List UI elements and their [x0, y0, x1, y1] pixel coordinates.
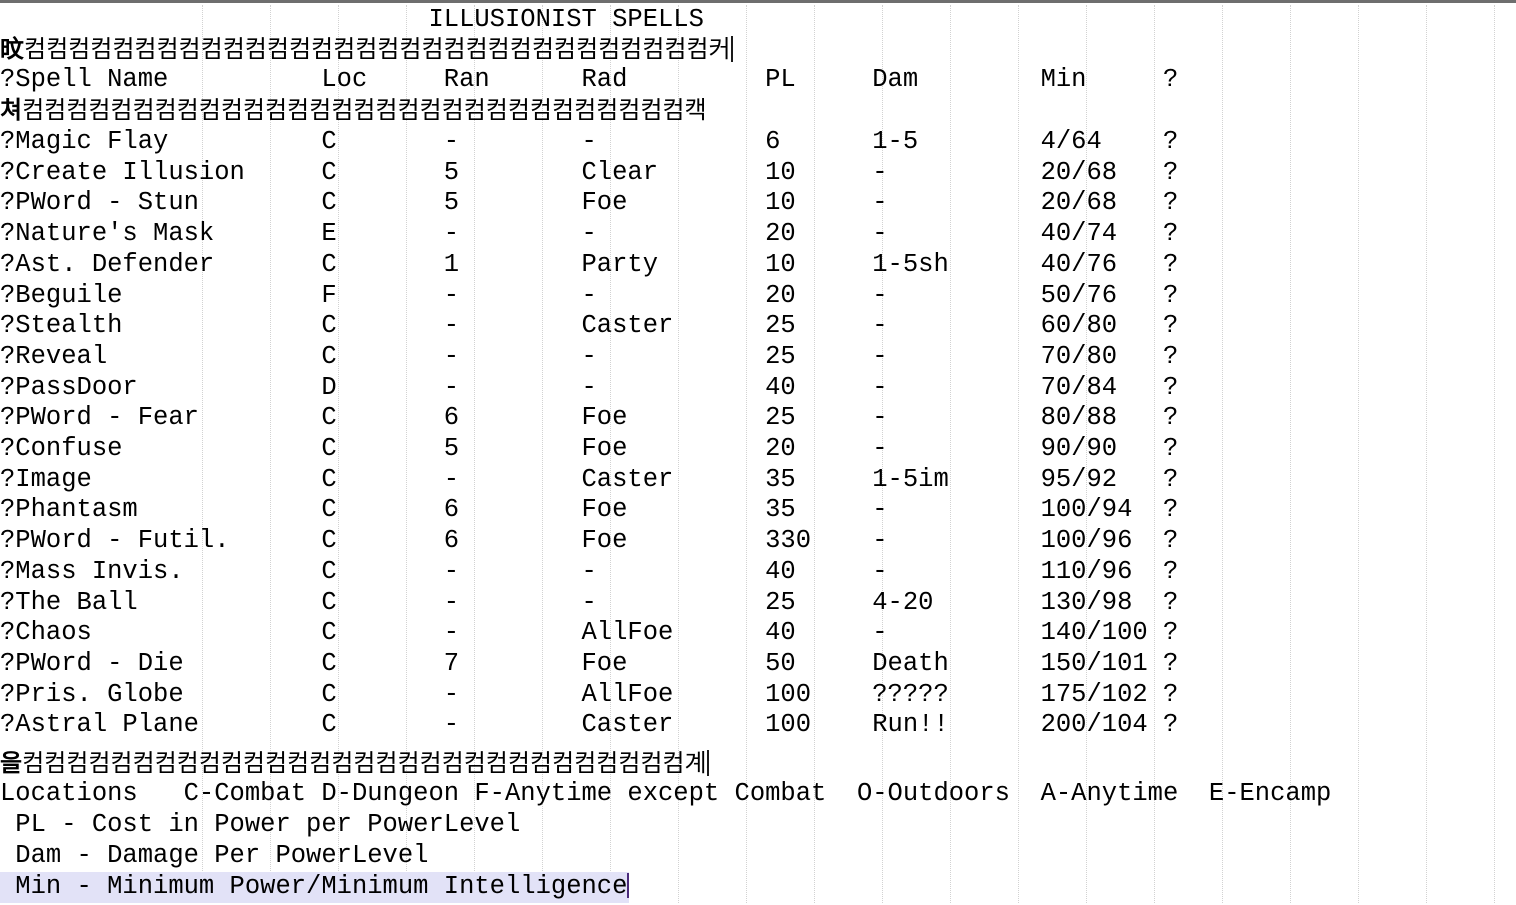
- tab-stop-guide: [1494, 5, 1495, 903]
- table-row[interactable]: ?Phantasm C 6 Foe 35 - 100/94 ?: [0, 495, 1178, 526]
- table-row-text: ?Astral Plane C - Caster 100 Run!! 200/1…: [0, 710, 1179, 740]
- rule-lead-glyph: 쳐: [0, 96, 23, 124]
- rule-fill-glyphs: 컴컴컴컴컴컴컴컴컴컴컴컴컴컴컴컴컴컴컴컴컴컴컴컴컴컴컴컴컴컴: [22, 96, 685, 124]
- table-row[interactable]: ?Image C - Caster 35 1-5im 95/92 ?: [0, 465, 1178, 496]
- table-row-text: ?Chaos C - AllFoe 40 - 140/100 ?: [0, 618, 1179, 648]
- rule-fill-glyphs: 컴컴컴컴컴컴컴컴컴컴컴컴컴컴컴컴컴컴컴컴컴컴컴컴컴컴컴컴컴컴컴: [24, 35, 709, 63]
- table-row-text: ?Confuse C 5 Foe 20 - 90/90 ?: [0, 434, 1179, 463]
- title-text: ILLUSIONIST SPELLS: [0, 5, 704, 34]
- table-row[interactable]: ?Pris. Globe C - AllFoe 100 ????? 175/10…: [0, 680, 1178, 711]
- table-header-text: ?Spell Name Loc Ran Rad PL Dam Min ?: [0, 65, 1179, 94]
- rule-lead-glyph: 을: [0, 749, 23, 777]
- table-row[interactable]: ?Reveal C - - 25 - 70/80 ?: [0, 342, 1178, 373]
- table-row[interactable]: ?Ast. Defender C 1 Party 10 1-5sh 40/76 …: [0, 250, 1178, 281]
- legend-dam: Dam - Damage Per PowerLevel: [0, 841, 428, 872]
- table-row-text: ?Reveal C - - 25 - 70/80 ?: [0, 341, 1179, 371]
- rule-line-top: 旼컴컴컴컴컴컴컴컴컴컴컴컴컴컴컴컴컴컴컴컴컴컴컴컴컴컴컴컴컴컴컴커: [0, 34, 733, 65]
- table-row-text: ?Phantasm C 6 Foe 35 - 100/94 ?: [0, 495, 1179, 525]
- table-row-text: ?Pris. Globe C - AllFoe 100 ????? 175/10…: [0, 679, 1179, 709]
- tab-stop-guide: [1358, 5, 1359, 903]
- legend-locations: Locations C-Combat D-Dungeon F-Anytime e…: [0, 779, 1331, 810]
- table-row-text: ?PWord - Futil. C 6 Foe 330 - 100/96 ?: [0, 526, 1179, 556]
- table-row[interactable]: ?Mass Invis. C - - 40 - 110/96 ?: [0, 557, 1178, 588]
- tab-stop-guide: [1222, 5, 1223, 903]
- table-row[interactable]: ?PWord - Futil. C 6 Foe 330 - 100/96 ?: [0, 526, 1178, 557]
- tab-stop-guide: [1426, 5, 1427, 903]
- table-row[interactable]: ?PWord - Stun C 5 Foe 10 - 20/68 ?: [0, 188, 1178, 219]
- table-row-text: ?Stealth C - Caster 25 - 60/80 ?: [0, 311, 1179, 341]
- table-row-text: ?Magic Flay C - - 6 1-5 4/64 ?: [0, 127, 1179, 156]
- document-title: ILLUSIONIST SPELLS: [0, 5, 704, 36]
- rule-edge-bar: [706, 750, 709, 776]
- table-row-text: ?Create Illusion C 5 Clear 10 - 20/68 ?: [0, 157, 1179, 187]
- tab-stop-guide: [1290, 5, 1291, 903]
- rule-edge-bar: [730, 36, 733, 62]
- table-row-text: ?Image C - Caster 35 1-5im 95/92 ?: [0, 464, 1179, 494]
- table-row[interactable]: ?Chaos C - AllFoe 40 - 140/100 ?: [0, 618, 1178, 649]
- text-cursor: [627, 873, 630, 898]
- table-row[interactable]: ?PWord - Die C 7 Foe 50 Death 150/101 ?: [0, 649, 1178, 680]
- legend-dam-text: Dam - Damage Per PowerLevel: [0, 841, 429, 870]
- table-row-text: ?Nature's Mask E - - 20 - 40/74 ?: [0, 219, 1179, 249]
- table-row[interactable]: ?Create Illusion C 5 Clear 10 - 20/68 ?: [0, 158, 1178, 189]
- table-row-text: ?PassDoor D - - 40 - 70/84 ?: [0, 372, 1179, 402]
- table-row-text: ?PWord - Fear C 6 Foe 25 - 80/88 ?: [0, 403, 1179, 433]
- rule-fill-glyphs: 컴컴컴컴컴컴컴컴컴컴컴컴컴컴컴컴컴컴컴컴컴컴컴컴컴컴컴컴컴컴: [22, 749, 685, 777]
- legend-min-selected[interactable]: Min - Minimum Power/Minimum Intelligence: [0, 872, 630, 903]
- document-page: ILLUSIONIST SPELLS 旼컴컴컴컴컴컴컴컴컴컴컴컴컴컴컴컴컴컴컴컴…: [0, 0, 1516, 903]
- legend-pl: PL - Cost in Power per PowerLevel: [0, 810, 520, 841]
- table-row-text: ?Ast. Defender C 1 Party 10 1-5sh 40/76 …: [0, 249, 1179, 279]
- table-row[interactable]: ?The Ball C - - 25 4-20 130/98 ?: [0, 588, 1178, 619]
- table-row-text: ?Mass Invis. C - - 40 - 110/96 ?: [0, 556, 1179, 586]
- rule-line-mid: 쳐컴컴컴컴컴컴컴컴컴컴컴컴컴컴컴컴컴컴컴컴컴컴컴컴컴컴컴컴컴컴캑: [0, 95, 707, 126]
- table-row[interactable]: ?Stealth C - Caster 25 - 60/80 ?: [0, 311, 1178, 342]
- table-row[interactable]: ?Magic Flay C - - 6 1-5 4/64 ?: [0, 127, 1178, 158]
- table-row[interactable]: ?Confuse C 5 Foe 20 - 90/90 ?: [0, 434, 1178, 465]
- table-header-row: ?Spell Name Loc Ran Rad PL Dam Min ?: [0, 65, 1178, 96]
- table-row-text: ?The Ball C - - 25 4-20 130/98 ?: [0, 587, 1179, 617]
- legend-min-text: Min - Minimum Power/Minimum Intelligence: [0, 872, 628, 901]
- rule-line-bottom: 을컴컴컴컴컴컴컴컴컴컴컴컴컴컴컴컴컴컴컴컴컴컴컴컴컴컴컴컴컴컴계: [0, 748, 709, 779]
- rule-lead-glyph: 旼: [0, 35, 24, 63]
- legend-pl-text: PL - Cost in Power per PowerLevel: [0, 810, 521, 839]
- rule-tail-glyph: 캑: [684, 96, 707, 124]
- rule-tail-glyph: 커: [708, 35, 731, 63]
- table-row-text: ?Beguile F - - 20 - 50/76 ?: [0, 280, 1179, 310]
- table-row[interactable]: ?PWord - Fear C 6 Foe 25 - 80/88 ?: [0, 403, 1178, 434]
- table-row[interactable]: ?Nature's Mask E - - 20 - 40/74 ?: [0, 219, 1178, 250]
- legend-locations-text: Locations C-Combat D-Dungeon F-Anytime e…: [0, 779, 1332, 808]
- table-row-text: ?PWord - Stun C 5 Foe 10 - 20/68 ?: [0, 188, 1179, 218]
- table-row[interactable]: ?Beguile F - - 20 - 50/76 ?: [0, 281, 1178, 312]
- table-row-text: ?PWord - Die C 7 Foe 50 Death 150/101 ?: [0, 648, 1179, 678]
- table-row[interactable]: ?Astral Plane C - Caster 100 Run!! 200/1…: [0, 710, 1178, 741]
- table-row[interactable]: ?PassDoor D - - 40 - 70/84 ?: [0, 373, 1178, 404]
- rule-tail-glyph: 계: [684, 749, 707, 777]
